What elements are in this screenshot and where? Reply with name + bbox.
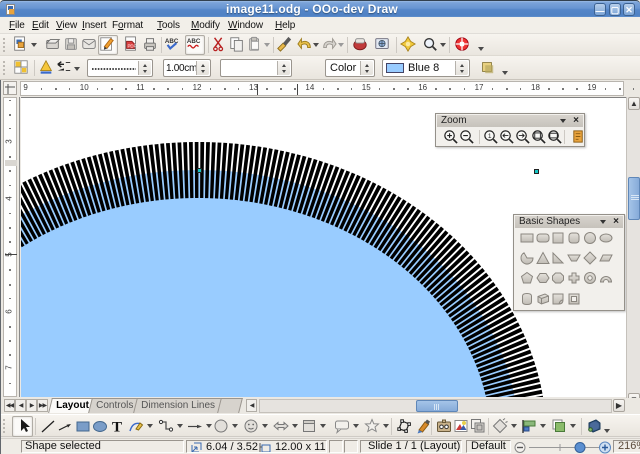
svg-text:PDF: PDF	[127, 44, 136, 49]
svg-text:ABC: ABC	[187, 38, 201, 45]
svg-text:T: T	[112, 420, 122, 435]
svg-text:1: 1	[488, 133, 492, 140]
